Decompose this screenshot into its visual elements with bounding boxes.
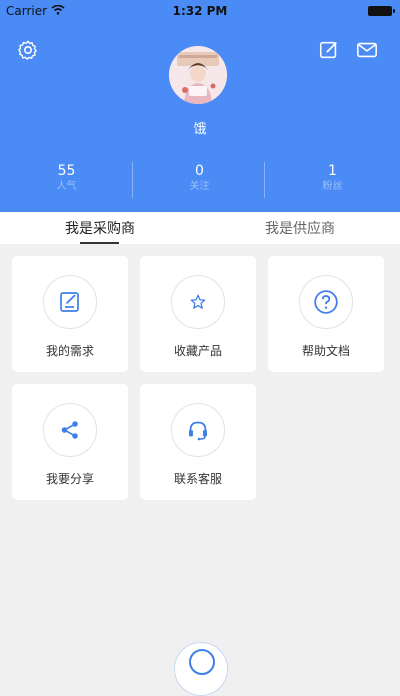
card-label: 我的需求 bbox=[45, 344, 94, 358]
stat-following-value: 0 bbox=[195, 163, 204, 179]
tab-supplier[interactable]: 我是供应商 bbox=[200, 218, 400, 238]
stat-divider bbox=[264, 162, 265, 198]
avatar[interactable] bbox=[169, 46, 227, 104]
card-label: 收藏产品 bbox=[173, 344, 222, 358]
card-favorite-products[interactable]: 收藏产品 bbox=[140, 256, 256, 372]
stat-following[interactable]: 0 关注 bbox=[133, 162, 266, 194]
username: 饿 bbox=[193, 122, 207, 137]
card-help-docs[interactable]: 帮助文档 bbox=[268, 256, 384, 372]
card-label: 帮助文档 bbox=[301, 344, 350, 358]
stat-fans[interactable]: 1 粉丝 bbox=[266, 162, 399, 194]
share-icon bbox=[43, 403, 97, 457]
stat-fans-label: 粉丝 bbox=[322, 181, 343, 192]
status-bar: Carrier 1:32 PM bbox=[0, 0, 400, 22]
help-icon bbox=[299, 275, 353, 329]
card-share[interactable]: 我要分享 bbox=[12, 384, 128, 500]
card-label: 联系客服 bbox=[173, 472, 222, 486]
stat-popularity-value: 55 bbox=[57, 163, 76, 179]
role-tabs: 我是采购商 我是供应商 bbox=[0, 212, 400, 244]
profile-header: 饿 55 人气 0 关注 1 粉丝 bbox=[0, 22, 400, 212]
stat-fans-value: 1 bbox=[328, 163, 337, 179]
edit-doc-icon bbox=[43, 275, 97, 329]
floating-tab-button[interactable] bbox=[174, 642, 228, 696]
stat-popularity[interactable]: 55 人气 bbox=[0, 162, 133, 194]
settings-gear-icon[interactable] bbox=[17, 39, 39, 61]
tab-buyer[interactable]: 我是采购商 bbox=[0, 218, 200, 238]
card-label: 我要分享 bbox=[45, 472, 94, 486]
active-tab-indicator bbox=[80, 242, 119, 244]
card-customer-service[interactable]: 联系客服 bbox=[140, 384, 256, 500]
status-time: 1:32 PM bbox=[172, 4, 228, 18]
battery-icon bbox=[368, 6, 395, 16]
star-icon bbox=[171, 275, 225, 329]
card-my-requirements[interactable]: 我的需求 bbox=[12, 256, 128, 372]
stat-following-label: 关注 bbox=[189, 181, 210, 192]
stats-bar: 55 人气 0 关注 1 粉丝 bbox=[0, 162, 400, 202]
stat-popularity-label: 人气 bbox=[56, 181, 77, 192]
mail-icon[interactable] bbox=[356, 39, 378, 61]
headset-icon bbox=[171, 403, 225, 457]
edit-icon[interactable] bbox=[318, 39, 340, 61]
